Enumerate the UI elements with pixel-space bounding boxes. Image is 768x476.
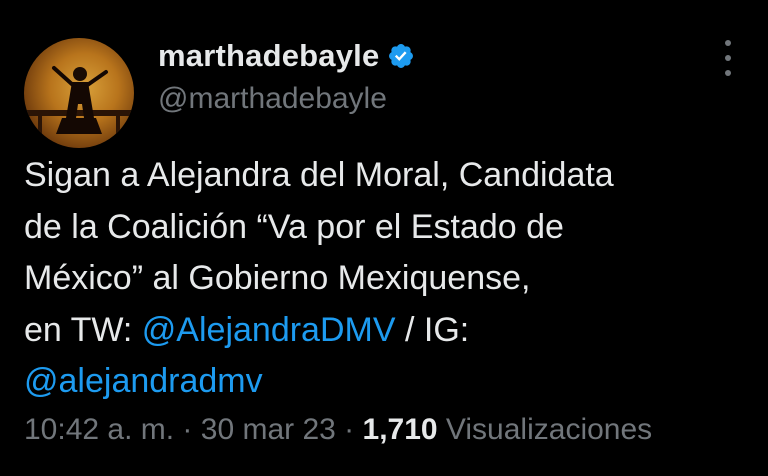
tweet-text-line: México” al Gobierno Mexiquense, xyxy=(24,259,531,297)
verified-badge-icon xyxy=(387,42,415,70)
views-label: Visualizaciones xyxy=(437,413,653,446)
mention-link-twitter[interactable]: @AlejandraDMV xyxy=(142,311,396,349)
avatar[interactable] xyxy=(24,38,134,148)
avatar-image xyxy=(24,66,134,146)
meta-separator: · xyxy=(335,413,363,446)
more-options-icon[interactable] xyxy=(716,40,740,76)
tweet-date[interactable]: 30 mar 23 xyxy=(201,413,336,446)
meta-separator: · xyxy=(174,413,201,446)
tweet-time[interactable]: 10:42 a. m. xyxy=(24,413,174,446)
mention-link-instagram[interactable]: @alejandradmv xyxy=(24,362,263,400)
tweet-text-line: Sigan a Alejandra del Moral, Candidata xyxy=(24,156,614,194)
more-dot xyxy=(725,70,731,76)
tweet-text-fragment: en TW: xyxy=(24,310,142,349)
tweet-text-line: en TW: @AlejandraDMV / IG: xyxy=(24,305,754,357)
display-name[interactable]: marthadebayle xyxy=(158,38,379,74)
handle[interactable]: @marthadebayle xyxy=(158,80,415,118)
tweet-text-fragment: / IG: xyxy=(395,310,470,349)
tweet-text: Sigan a Alejandra del Moral, Candidata d… xyxy=(24,150,754,408)
more-dot xyxy=(725,40,731,46)
tweet: marthadebayle @marthadebayle Sigan a Ale… xyxy=(0,0,768,476)
tweet-text-line: @alejandradmv xyxy=(24,356,754,408)
name-row: marthadebayle xyxy=(158,36,415,76)
tweet-text-line: de la Coalición “Va por el Estado de xyxy=(24,207,564,246)
tweet-meta: 10:42 a. m. · 30 mar 23 · 1,710 Visualiz… xyxy=(24,410,652,450)
view-count: 1,710 xyxy=(362,413,438,446)
tweet-header: marthadebayle @marthadebayle xyxy=(158,36,415,118)
more-dot xyxy=(725,55,731,61)
